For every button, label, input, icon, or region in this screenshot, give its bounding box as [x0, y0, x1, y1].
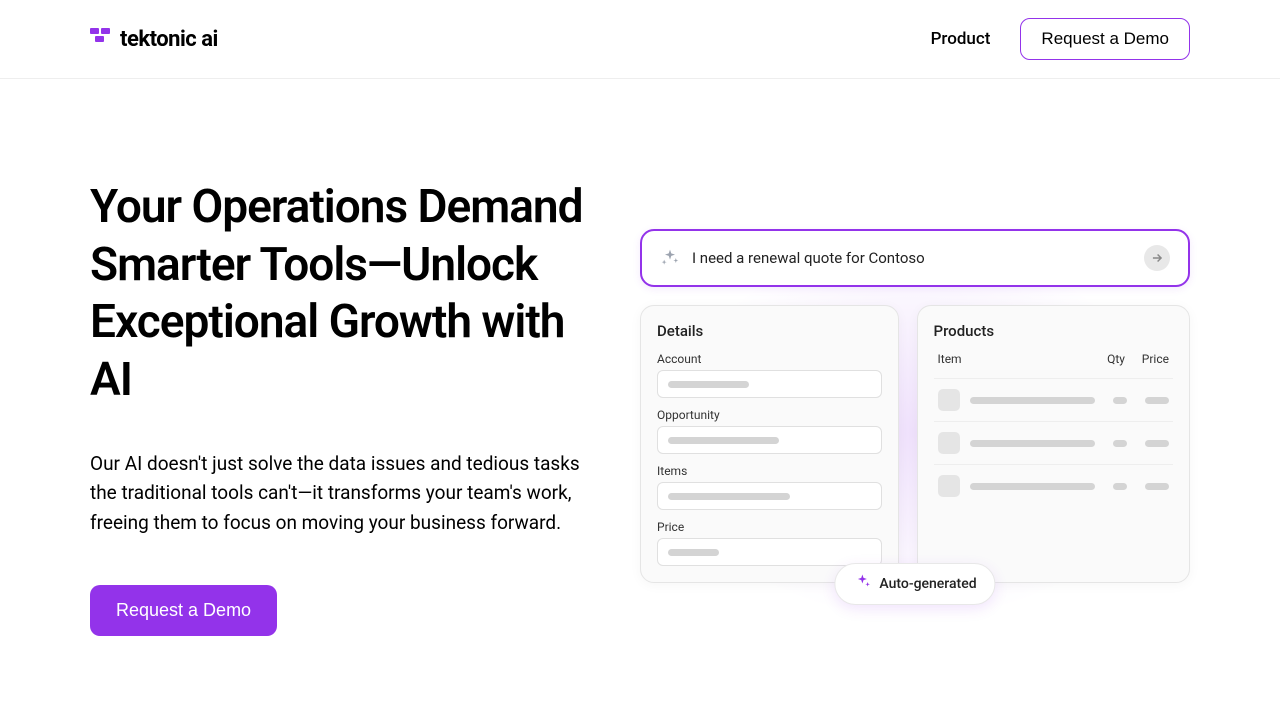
skeleton-bar — [1145, 440, 1169, 447]
hero-illustration: I need a renewal quote for Contoso Detai… — [640, 179, 1190, 636]
field-label-price: Price — [657, 520, 882, 534]
col-item-label: Item — [938, 352, 1102, 366]
skeleton-bar — [1113, 440, 1127, 447]
cards-row: Details Account Opportunity Items Price … — [640, 305, 1190, 583]
nav-demo-button[interactable]: Request a Demo — [1020, 18, 1190, 60]
product-row — [934, 421, 1174, 464]
skeleton-bar — [970, 440, 1096, 447]
field-label-opportunity: Opportunity — [657, 408, 882, 422]
skeleton-bar — [970, 397, 1096, 404]
product-thumb-icon — [938, 389, 960, 411]
hero-headline: Your Operations Demand Smarter Tools—Unl… — [90, 179, 610, 409]
skeleton-bar — [1145, 397, 1169, 404]
hero-copy: Your Operations Demand Smarter Tools—Unl… — [90, 179, 610, 636]
field-input-opportunity — [657, 426, 882, 454]
product-row — [934, 464, 1174, 507]
sparkle-icon — [660, 248, 680, 268]
logo-icon — [90, 28, 112, 50]
site-header: tektonic ai Product Request a Demo — [0, 0, 1280, 79]
field-label-account: Account — [657, 352, 882, 366]
chip-label: Auto-generated — [879, 576, 976, 592]
product-thumb-icon — [938, 432, 960, 454]
product-thumb-icon — [938, 475, 960, 497]
product-row — [934, 378, 1174, 421]
col-qty-label: Qty — [1101, 352, 1131, 366]
skeleton-bar — [1145, 483, 1169, 490]
products-card: Products Item Qty Price — [917, 305, 1191, 583]
skeleton-bar — [970, 483, 1096, 490]
details-title: Details — [657, 322, 882, 340]
illustration-container: I need a renewal quote for Contoso Detai… — [640, 229, 1190, 583]
field-input-price — [657, 538, 882, 566]
products-title: Products — [934, 322, 1174, 340]
hero-section: Your Operations Demand Smarter Tools—Unl… — [0, 79, 1280, 636]
skeleton-bar — [1113, 483, 1127, 490]
arrow-right-icon — [1144, 245, 1170, 271]
prompt-input-mock: I need a renewal quote for Contoso — [640, 229, 1190, 287]
col-price-label: Price — [1131, 352, 1169, 366]
auto-generated-chip: Auto-generated — [834, 563, 995, 605]
main-nav: Product Request a Demo — [931, 18, 1190, 60]
products-header-row: Item Qty Price — [934, 352, 1174, 366]
details-card: Details Account Opportunity Items Price — [640, 305, 899, 583]
nav-product-link[interactable]: Product — [931, 29, 991, 49]
hero-subtext: Our AI doesn't just solve the data issue… — [90, 449, 610, 537]
field-input-items — [657, 482, 882, 510]
brand-name: tektonic ai — [120, 27, 218, 52]
field-label-items: Items — [657, 464, 882, 478]
brand-logo[interactable]: tektonic ai — [90, 27, 218, 52]
skeleton-bar — [1113, 397, 1127, 404]
prompt-text: I need a renewal quote for Contoso — [692, 249, 1132, 267]
hero-cta-button[interactable]: Request a Demo — [90, 585, 277, 636]
field-input-account — [657, 370, 882, 398]
sparkle-icon — [853, 573, 871, 595]
